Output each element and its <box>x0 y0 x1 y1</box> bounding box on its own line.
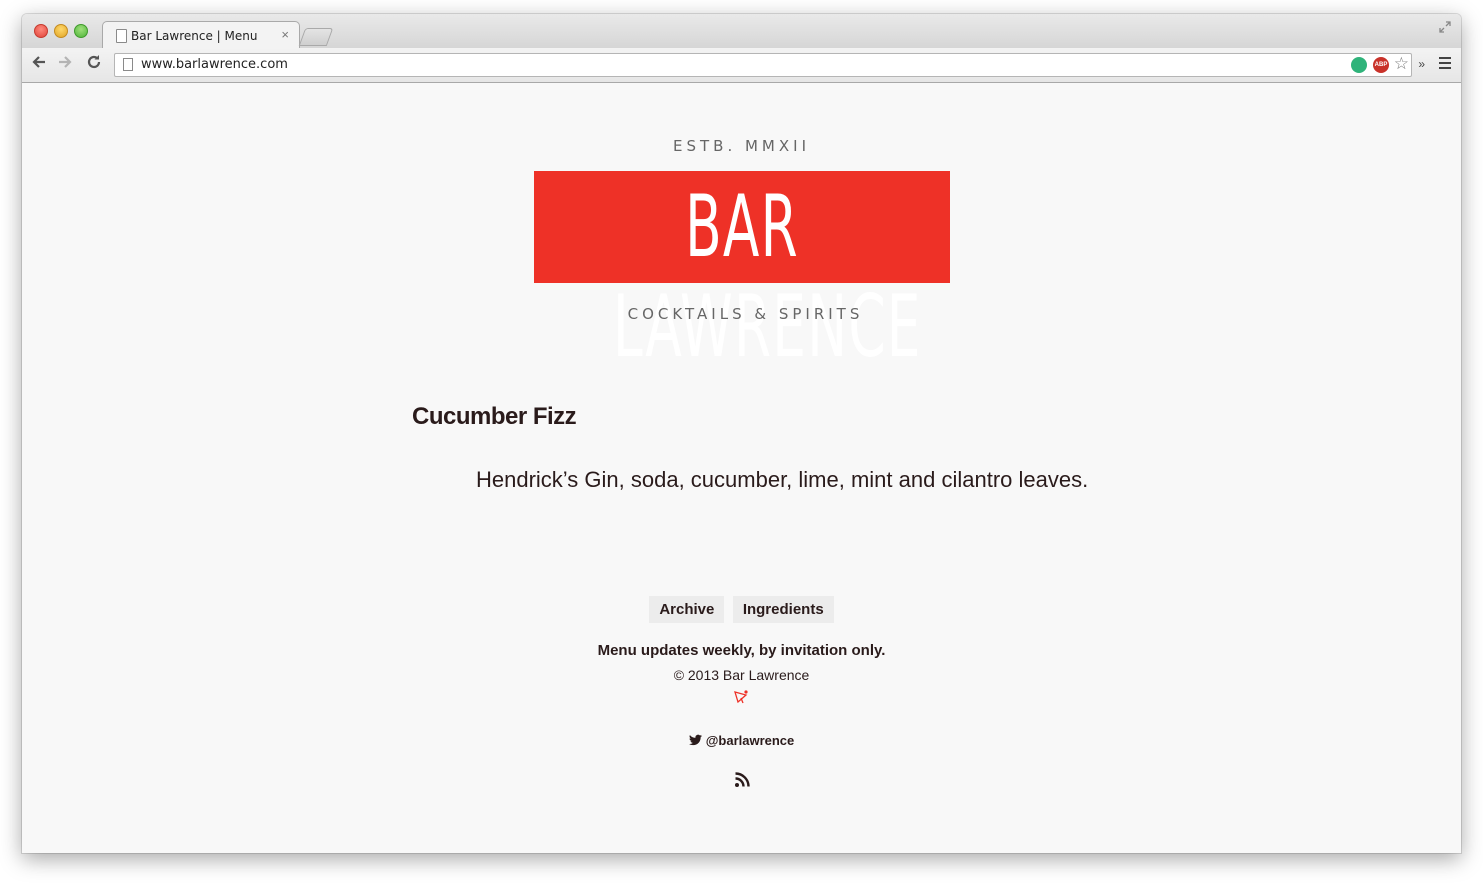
twitter-handle: @barlawrence <box>705 733 795 748</box>
new-tab-button[interactable] <box>298 28 334 46</box>
menu-update-note: Menu updates weekly, by invitation only. <box>597 642 886 659</box>
page-content: ESTB. MMXII BAR LAWRENCE COCKTAILS & SPI… <box>22 83 1461 853</box>
browser-window: Bar Lawrence | Menu × www.barlawrence.co… <box>22 14 1461 853</box>
url-text[interactable]: www.barlawrence.com <box>141 57 288 72</box>
footer-nav: Archive Ingredients <box>22 596 1461 623</box>
established-label: ESTB. MMXII <box>673 137 810 155</box>
copyright-text: © 2013 Bar Lawrence <box>673 667 810 683</box>
adblock-plus-icon[interactable]: ABP <box>1373 57 1389 73</box>
fullscreen-icon[interactable] <box>1439 21 1451 36</box>
cocktail-glass-icon <box>733 689 749 705</box>
tab-strip: Bar Lawrence | Menu × <box>22 14 1461 50</box>
site-tagline: COCKTAILS & SPIRITS <box>627 305 864 323</box>
back-button[interactable] <box>31 54 47 74</box>
tab-close-icon[interactable]: × <box>281 27 289 42</box>
drink-name: Cucumber Fizz <box>412 403 577 430</box>
forward-button[interactable] <box>57 54 73 74</box>
minimize-window-button[interactable] <box>54 24 68 38</box>
zoom-window-button[interactable] <box>74 24 88 38</box>
menu-icon[interactable] <box>1439 57 1451 72</box>
tab-active[interactable]: Bar Lawrence | Menu × <box>102 21 300 50</box>
page-icon <box>123 58 133 71</box>
tab-title: Bar Lawrence | Menu <box>131 29 258 43</box>
drink-description: Hendrick’s Gin, soda, cucumber, lime, mi… <box>476 467 1089 492</box>
address-bar[interactable]: www.barlawrence.com ABP ☆ <box>114 53 1412 77</box>
twitter-link[interactable]: @barlawrence <box>22 733 1461 749</box>
close-window-button[interactable] <box>34 24 48 38</box>
document-icon <box>116 29 127 43</box>
archive-link[interactable]: Archive <box>649 596 725 623</box>
logo-text: BAR LAWRENCE <box>613 177 922 377</box>
browser-toolbar: www.barlawrence.com ABP ☆ » <box>22 48 1461 83</box>
ingredients-link[interactable]: Ingredients <box>732 596 834 623</box>
reload-button[interactable] <box>86 54 102 75</box>
bookmark-star-icon[interactable]: ☆ <box>1394 54 1409 74</box>
twitter-icon <box>688 734 702 749</box>
rss-feed-icon[interactable] <box>734 772 750 788</box>
extensions-overflow-button[interactable]: » <box>1418 57 1425 71</box>
hola-icon[interactable] <box>1351 57 1367 73</box>
site-logo[interactable]: BAR LAWRENCE <box>534 171 950 377</box>
